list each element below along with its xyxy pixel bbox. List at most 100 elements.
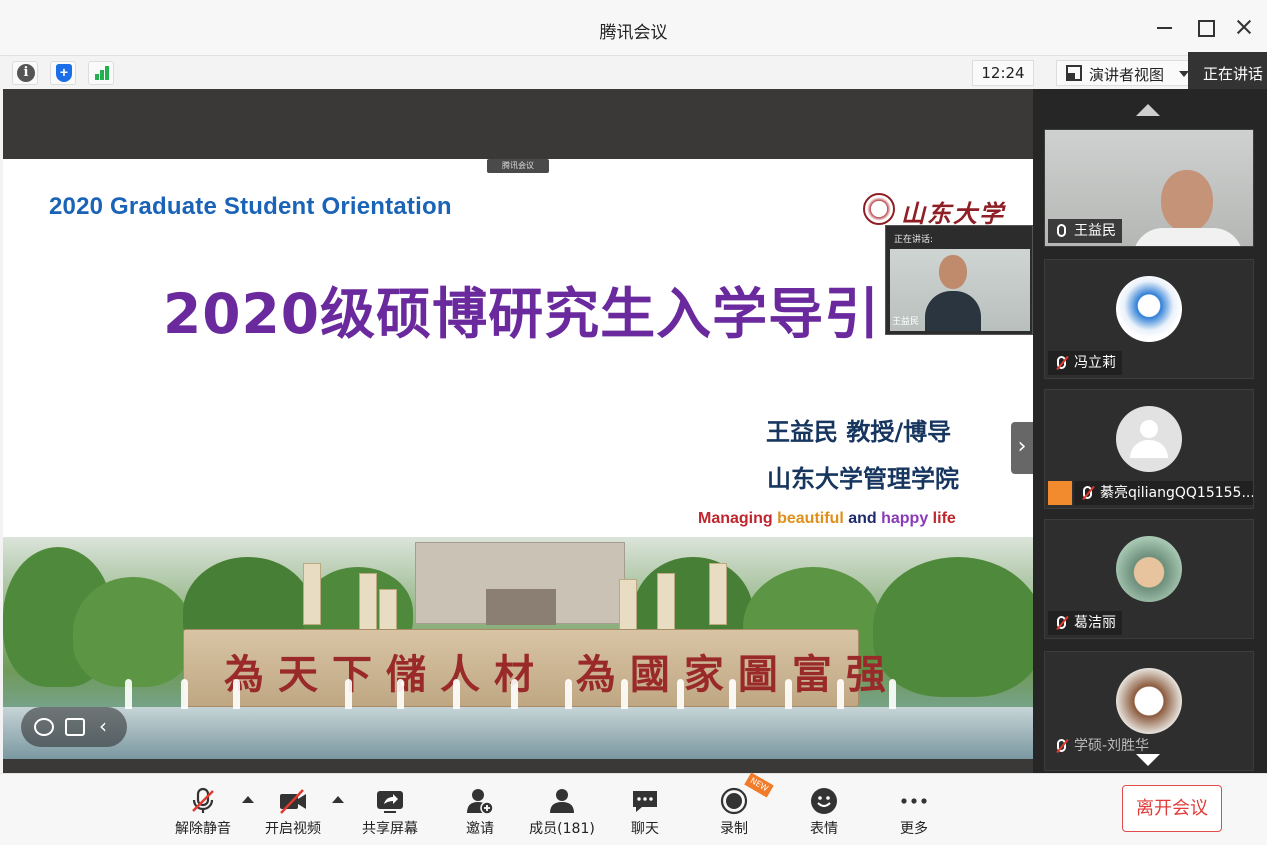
share-screen-button[interactable]: 共享屏幕 <box>350 784 430 840</box>
participant-name: 王益民 <box>1074 223 1116 239</box>
members-button[interactable]: 成员(181) <box>522 784 602 840</box>
pip-speaker-name: 王益民 <box>892 317 920 327</box>
university-seal-icon <box>863 193 895 225</box>
participant-name: 冯立莉 <box>1074 355 1116 371</box>
participant-namebar: 葛洁丽 <box>1048 611 1122 635</box>
meeting-toolbar: 解除静音 开启视频 共享屏幕 邀请 成员(181) 聊天 NEW 录制 表情 更… <box>0 772 1267 845</box>
maximize-icon[interactable] <box>1192 14 1218 40</box>
scroll-up-icon[interactable] <box>1136 104 1160 116</box>
meeting-window: 腾讯会议 12:24 演讲者视图 正在讲话 2020 Graduate Stud… <box>0 0 1267 845</box>
participant-namebar: 冯立莉 <box>1048 351 1122 375</box>
title-bar: 腾讯会议 <box>0 0 1267 56</box>
microphone-icon <box>1057 224 1066 237</box>
reactions-button[interactable]: 表情 <box>784 784 864 840</box>
avatar <box>1116 276 1182 342</box>
fountain-pool <box>3 707 1033 759</box>
collapse-chevron-icon[interactable]: ‹ <box>99 716 119 736</box>
avatar <box>1116 536 1182 602</box>
chat-button[interactable]: 聊天 <box>605 784 685 840</box>
microphone-muted-icon <box>1057 616 1066 629</box>
window-title: 腾讯会议 <box>599 23 668 43</box>
network-signal-icon[interactable] <box>88 61 114 85</box>
slogan-word: and <box>848 510 882 527</box>
participant-video-panel: 王益民 冯立莉 綦亮qiliangQQ15155... 葛洁丽 学硕-刘胜华 <box>1033 89 1267 773</box>
slogan-word: Managing <box>698 510 778 527</box>
participant-tile[interactable]: 綦亮qiliangQQ15155... <box>1044 389 1254 509</box>
presenter-name: 王益民 教授/博导 <box>766 418 952 446</box>
microphone-muted-icon <box>192 787 214 813</box>
more-dots-icon <box>901 798 927 804</box>
campus-building <box>415 542 625 625</box>
scroll-down-icon[interactable] <box>1136 754 1160 766</box>
unmute-label: 解除静音 <box>175 821 231 837</box>
members-icon <box>550 789 574 813</box>
participant-tile[interactable]: 葛洁丽 <box>1044 519 1254 639</box>
participant-video <box>1133 170 1243 246</box>
speaker-figure <box>925 255 981 331</box>
expand-panel-button[interactable]: › <box>1011 422 1033 474</box>
meeting-timer: 12:24 <box>972 60 1034 86</box>
view-mode-label: 演讲者视图 <box>1089 66 1165 84</box>
invite-label: 邀请 <box>466 821 494 837</box>
contact-icon <box>1048 481 1072 505</box>
participant-namebar: 王益民 <box>1048 219 1122 243</box>
share-screen-icon <box>377 791 403 813</box>
participant-name: 綦亮qiliangQQ15155... <box>1100 485 1254 501</box>
slogan-word: life <box>932 510 956 527</box>
unmute-button[interactable]: 解除静音 <box>163 784 243 840</box>
record-label: 录制 <box>720 821 748 837</box>
participant-namebar: 綦亮qiliangQQ15155... <box>1074 481 1254 505</box>
start-video-button[interactable]: 开启视频 <box>253 784 333 840</box>
close-icon[interactable] <box>1231 14 1257 40</box>
chat-label: 聊天 <box>631 821 659 837</box>
add-user-icon <box>467 789 494 815</box>
shared-screen-area: 2020 Graduate Student Orientation 山东大学 2… <box>3 89 1033 773</box>
share-screen-label: 共享屏幕 <box>362 821 418 837</box>
university-name: 山东大学 <box>901 199 1005 228</box>
info-icon[interactable] <box>12 61 38 85</box>
view-mode-dropdown[interactable]: 演讲者视图 <box>1056 60 1192 86</box>
leave-meeting-button[interactable]: 离开会议 <box>1122 785 1222 832</box>
slogan-word: beautiful <box>777 510 849 527</box>
participant-tile[interactable]: 学硕-刘胜华 <box>1044 651 1254 771</box>
members-label: 成员(181) <box>529 821 595 837</box>
smiley-icon <box>811 788 837 814</box>
microphone-muted-icon <box>1083 486 1092 499</box>
slogan-word: happy <box>881 510 933 527</box>
start-video-label: 开启视频 <box>265 821 321 837</box>
participant-name: 葛洁丽 <box>1074 615 1116 631</box>
school-name: 山东大学管理学院 <box>767 465 959 493</box>
speaker-view-icon <box>1066 65 1082 81</box>
chat-bubble-icon[interactable] <box>65 718 85 736</box>
campus-photo: 為天下儲人材 為國家圖富强 <box>3 537 1033 759</box>
microphone-muted-icon <box>1057 739 1066 752</box>
participant-name: 学硕-刘胜华 <box>1074 738 1150 754</box>
presentation-slide: 2020 Graduate Student Orientation 山东大学 2… <box>3 159 1033 759</box>
slide-chinese-title: 2020级硕博研究生入学导引 <box>163 282 881 346</box>
new-badge: NEW <box>744 772 774 798</box>
avatar <box>1116 668 1182 734</box>
invite-button[interactable]: 邀请 <box>440 784 520 840</box>
pip-speaking-label: 正在讲话: <box>894 235 934 245</box>
participant-tile[interactable]: 冯立莉 <box>1044 259 1254 379</box>
record-icon <box>720 787 748 815</box>
participant-tile[interactable]: 王益民 <box>1044 129 1254 247</box>
slide-english-title: 2020 Graduate Student Orientation <box>49 193 452 220</box>
reactions-label: 表情 <box>810 821 838 837</box>
inscription-stone: 為天下儲人材 為國家圖富强 <box>183 629 886 707</box>
security-shield-icon[interactable] <box>50 61 76 85</box>
overlay-toolbar: ‹ <box>21 707 127 747</box>
default-avatar-icon <box>1116 406 1182 472</box>
speaker-pip-video[interactable]: 正在讲话: 王益民 <box>885 225 1033 335</box>
emoji-icon[interactable] <box>34 718 54 736</box>
record-button[interactable]: NEW 录制 <box>694 772 774 840</box>
microphone-muted-icon <box>1057 356 1066 369</box>
screen-share-tag: 腾讯会议 <box>487 159 549 173</box>
slide-slogan: Managing beautiful and happy life <box>698 510 956 528</box>
video-options-caret-icon[interactable] <box>332 796 344 803</box>
chat-icon <box>633 791 657 812</box>
stone-inscription: 為天下儲人材 為國家圖富强 <box>224 651 900 698</box>
minimize-icon[interactable] <box>1152 14 1178 40</box>
camera-off-icon <box>280 789 306 814</box>
more-button[interactable]: 更多 <box>874 784 954 840</box>
